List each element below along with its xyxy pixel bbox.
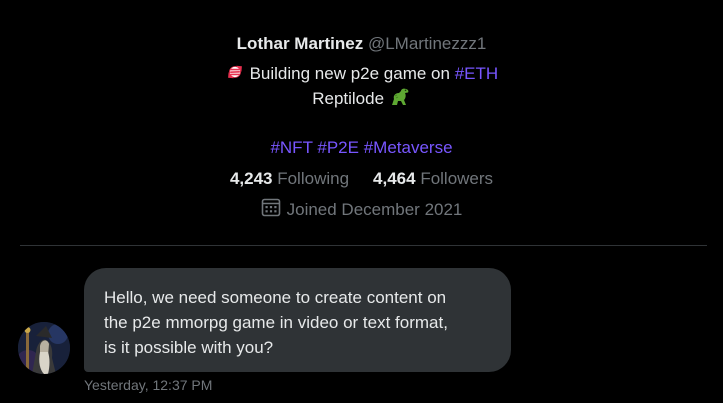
following-link[interactable]: 4,243 Following bbox=[230, 168, 349, 190]
followers-link[interactable]: 4,464 Followers bbox=[373, 168, 493, 190]
joined-date: Joined December 2021 bbox=[0, 197, 723, 223]
bio-line-1: Building new p2e game on #ETH bbox=[0, 62, 723, 88]
message-text-line-1: Hello, we need someone to create content… bbox=[104, 288, 447, 307]
candy-icon bbox=[225, 62, 245, 88]
bio-line-2: Reptilode bbox=[0, 87, 723, 113]
profile-hashtags: #NFT #P2E #Metaverse bbox=[0, 137, 723, 159]
hashtag-metaverse[interactable]: #Metaverse bbox=[364, 138, 453, 157]
following-label: Following bbox=[277, 169, 350, 188]
joined-text: Joined December 2021 bbox=[286, 200, 463, 219]
hashtag-nft[interactable]: #NFT bbox=[270, 138, 312, 157]
profile-name-line: Lothar Martinez @LMartinezzz1 bbox=[0, 33, 723, 55]
message-timestamp: Yesterday, 12:37 PM bbox=[84, 377, 213, 393]
bio-text: Building new p2e game on bbox=[249, 64, 450, 83]
display-name[interactable]: Lothar Martinez bbox=[237, 34, 364, 53]
bio-text-reptilode: Reptilode bbox=[312, 89, 385, 108]
calendar-icon bbox=[261, 197, 281, 223]
user-handle[interactable]: @LMartinezzz1 bbox=[368, 34, 486, 53]
dinosaur-icon bbox=[389, 87, 411, 113]
message-text-line-2: the p2e mmorpg game in video or text for… bbox=[104, 313, 448, 332]
followers-label: Followers bbox=[420, 169, 494, 188]
avatar[interactable] bbox=[18, 322, 70, 374]
following-count: 4,243 bbox=[229, 169, 273, 188]
message-bubble[interactable]: Hello, we need someone to create content… bbox=[84, 268, 511, 372]
message-text-line-3: is it possible with you? bbox=[104, 338, 274, 357]
hashtag-p2e[interactable]: #P2E bbox=[317, 138, 359, 157]
section-divider bbox=[20, 245, 707, 246]
follow-stats: 4,243 Following 4,464 Followers bbox=[0, 168, 723, 190]
followers-count: 4,464 bbox=[373, 169, 416, 188]
hashtag-eth[interactable]: #ETH bbox=[455, 64, 498, 83]
